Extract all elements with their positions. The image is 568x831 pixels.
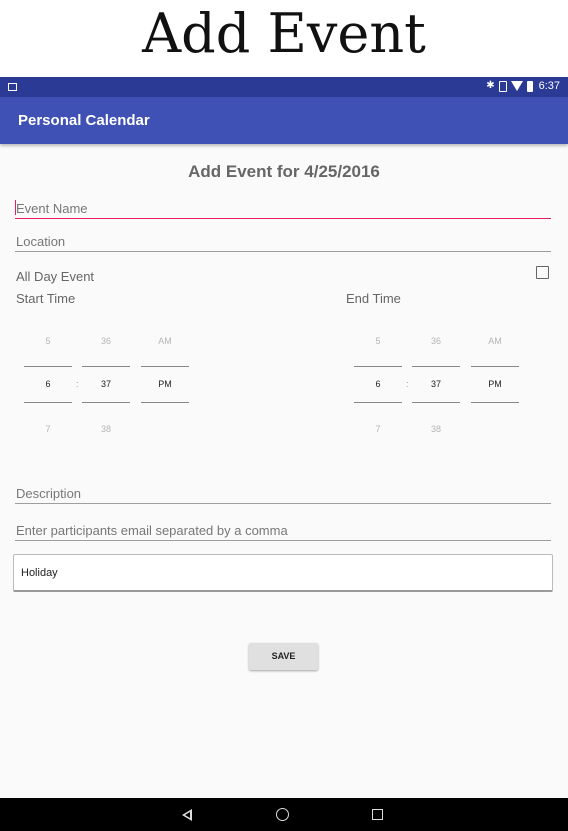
- start-ampm-prev[interactable]: AM: [141, 336, 189, 346]
- all-day-label: All Day Event: [16, 269, 95, 284]
- app-title: Personal Calendar: [18, 112, 150, 129]
- start-hour-divider-top: [24, 366, 72, 367]
- start-time-separator: :: [76, 379, 79, 389]
- end-time-label: End Time: [346, 291, 401, 306]
- recent-apps-icon[interactable]: [372, 809, 383, 820]
- status-icons: ✱ 6:37: [486, 80, 560, 92]
- end-ampm-divider-bottom: [471, 402, 519, 403]
- end-minute-divider-bottom: [412, 402, 460, 403]
- end-ampm-divider-top: [471, 366, 519, 367]
- end-minute-next[interactable]: 38: [412, 424, 460, 434]
- category-value: Holiday: [21, 567, 58, 579]
- navigation-bar: [0, 798, 568, 831]
- start-minute-divider-bottom: [82, 402, 130, 403]
- save-button[interactable]: SAVE: [249, 643, 318, 670]
- all-day-checkbox[interactable]: [536, 266, 549, 279]
- bluetooth-icon: ✱: [486, 80, 495, 91]
- start-hour-selected[interactable]: 6: [24, 379, 72, 389]
- page-caption: Add Event: [142, 2, 426, 65]
- start-hour-prev[interactable]: 5: [24, 336, 72, 346]
- description-field[interactable]: Description: [15, 482, 551, 504]
- device-screen: ✱ 6:37 Personal Calendar Add Event for 4…: [0, 77, 568, 831]
- wifi-icon: [510, 81, 523, 91]
- start-minute-prev[interactable]: 36: [82, 336, 130, 346]
- end-hour-next[interactable]: 7: [354, 424, 402, 434]
- back-icon[interactable]: [182, 809, 192, 821]
- end-hour-divider-top: [354, 366, 402, 367]
- category-input[interactable]: Holiday: [13, 554, 553, 592]
- status-time: 6:37: [538, 80, 560, 92]
- app-bar: Personal Calendar: [0, 97, 568, 144]
- start-hour-divider-bottom: [24, 402, 72, 403]
- battery-icon: [526, 80, 533, 92]
- start-ampm-selected[interactable]: PM: [141, 379, 189, 389]
- image-notification-icon: [8, 83, 17, 91]
- vibrate-icon: [498, 80, 507, 92]
- end-hour-prev[interactable]: 5: [354, 336, 402, 346]
- end-minute-selected[interactable]: 37: [412, 379, 460, 389]
- start-time-label: Start Time: [16, 291, 76, 306]
- event-name-field[interactable]: Event Name: [15, 197, 551, 219]
- end-minute-prev[interactable]: 36: [412, 336, 460, 346]
- location-placeholder: Location: [16, 234, 66, 249]
- end-ampm-selected[interactable]: PM: [471, 379, 519, 389]
- status-bar: ✱ 6:37: [0, 77, 568, 97]
- start-minute-selected[interactable]: 37: [82, 379, 130, 389]
- start-minute-next[interactable]: 38: [82, 424, 130, 434]
- end-time-separator: :: [406, 379, 409, 389]
- end-hour-selected[interactable]: 6: [354, 379, 402, 389]
- start-ampm-divider-bottom: [141, 402, 189, 403]
- start-ampm-divider-top: [141, 366, 189, 367]
- location-field[interactable]: Location: [15, 230, 551, 252]
- end-minute-divider-top: [412, 366, 460, 367]
- participants-placeholder: Enter participants email separated by a …: [16, 523, 288, 538]
- home-icon[interactable]: [276, 808, 289, 821]
- start-minute-divider-top: [82, 366, 130, 367]
- end-ampm-prev[interactable]: AM: [471, 336, 519, 346]
- event-name-placeholder: Event Name: [16, 201, 88, 216]
- participants-field[interactable]: Enter participants email separated by a …: [15, 519, 551, 541]
- description-placeholder: Description: [16, 486, 82, 501]
- form-heading: Add Event for 4/25/2016: [188, 162, 380, 181]
- end-hour-divider-bottom: [354, 402, 402, 403]
- start-hour-next[interactable]: 7: [24, 424, 72, 434]
